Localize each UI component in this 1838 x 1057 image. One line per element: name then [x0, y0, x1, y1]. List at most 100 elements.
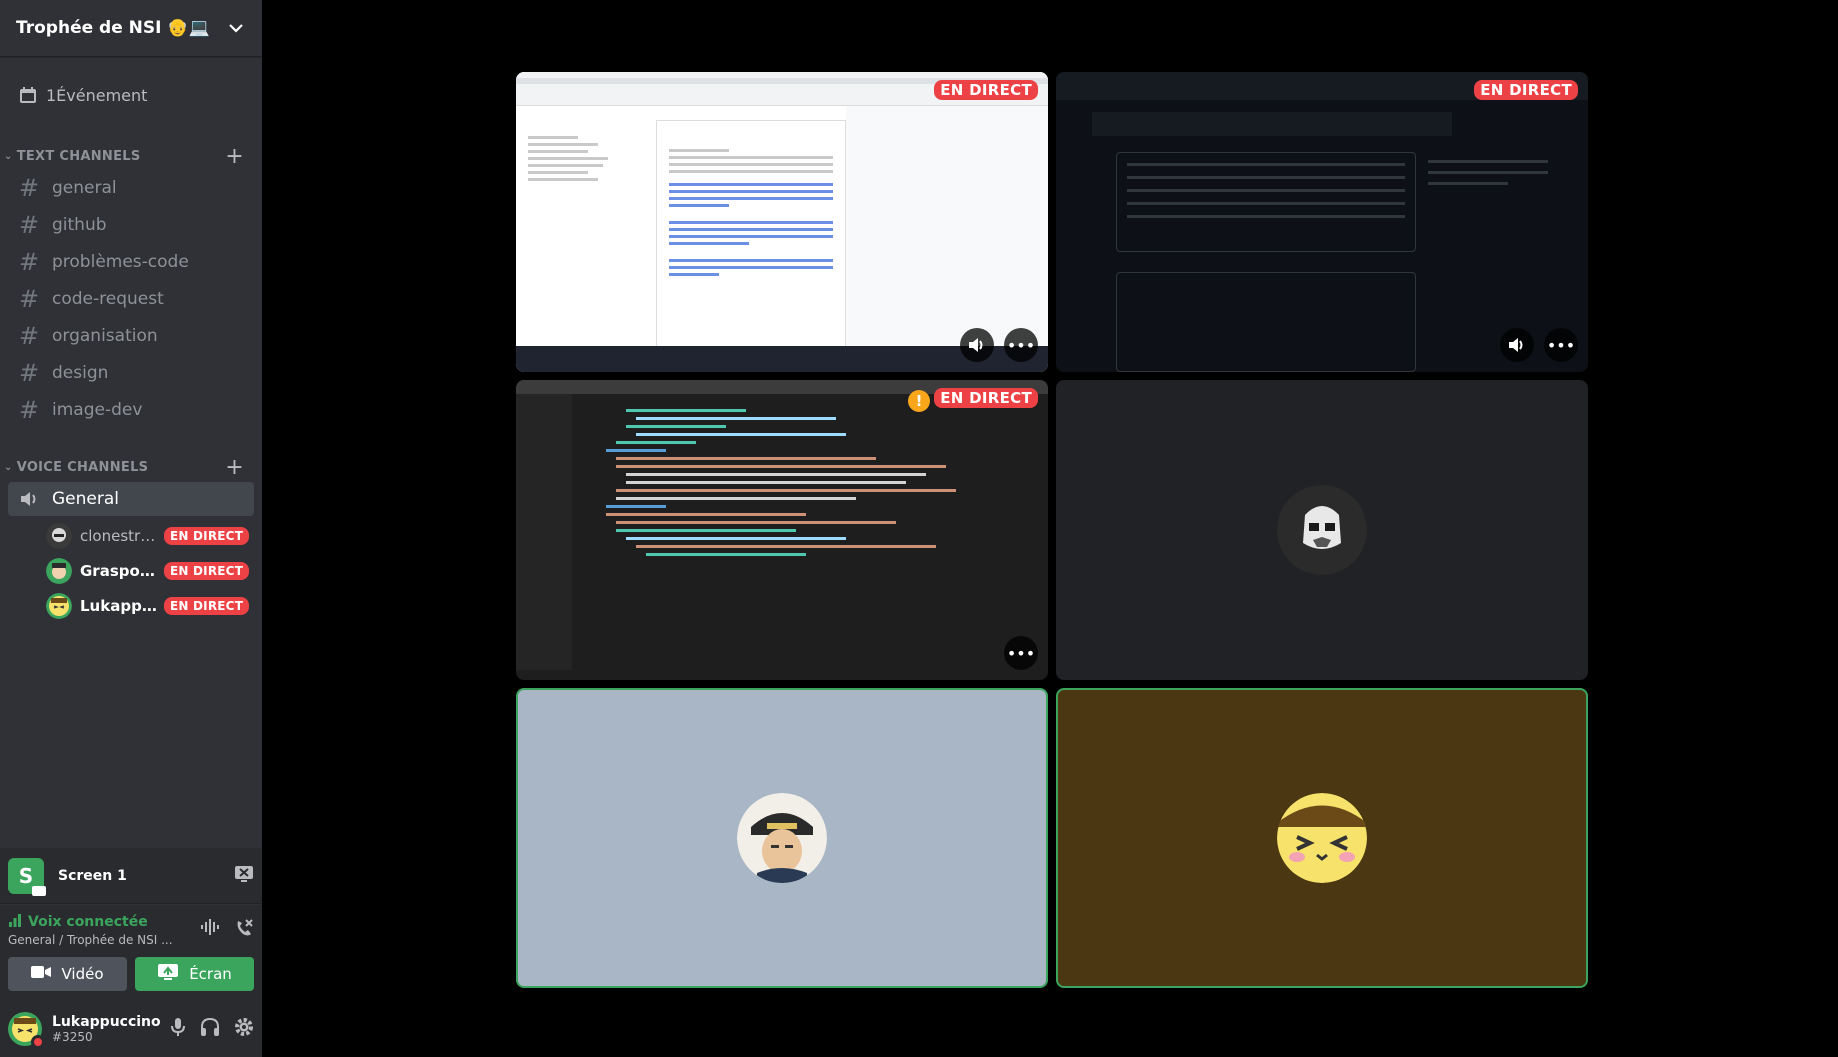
screen-button[interactable]: Écran	[135, 957, 254, 991]
screen-share-icon	[157, 963, 179, 985]
live-badge: EN DIRECT	[934, 80, 1038, 100]
repo-header	[1092, 112, 1452, 136]
voice-user[interactable]: Lukappuc... EN DIRECT	[46, 591, 254, 621]
voice-status-label: Voix connectée	[28, 914, 148, 930]
camera-icon	[31, 965, 52, 983]
doc-page	[656, 120, 846, 348]
channel-general[interactable]: # general	[8, 171, 254, 205]
channel-label: code-request	[52, 289, 164, 309]
volume-icon[interactable]	[960, 328, 994, 362]
screen-label: Écran	[189, 965, 232, 983]
video-button[interactable]: Vidéo	[8, 957, 127, 991]
avatar	[46, 593, 72, 619]
channel-problemes-code[interactable]: # problèmes-code	[8, 245, 254, 279]
screen-share-panel[interactable]: S Screen 1	[0, 848, 262, 904]
voice-channel-general[interactable]: General	[8, 482, 254, 516]
participant-tile[interactable]	[1056, 380, 1588, 680]
voice-location[interactable]: General / Trophée de NSI ...	[8, 933, 173, 947]
hash-icon: #	[18, 396, 40, 424]
status-dot	[31, 1035, 45, 1049]
avatar[interactable]	[8, 1012, 45, 1049]
category-label: VOICE CHANNELS	[16, 459, 149, 475]
hash-icon: #	[18, 322, 40, 350]
gear-icon[interactable]	[234, 1017, 254, 1041]
voice-user-name: Lukappuc...	[80, 597, 158, 615]
avatar	[1277, 793, 1367, 883]
voice-user-name: clonestrik...	[80, 527, 158, 545]
channel-sidebar: Trophée de NSI 👴💻 1Événement ⌄ TEXT CHANN…	[0, 0, 262, 1057]
add-channel-icon[interactable]: +	[225, 455, 244, 480]
discord-app: Trophée de NSI 👴💻 1Événement ⌄ TEXT CHANN…	[0, 0, 1838, 1057]
about-panel	[1428, 152, 1548, 352]
hash-icon: #	[18, 285, 40, 313]
screen-share-icon: S	[8, 857, 46, 896]
doc-margin	[846, 106, 1048, 346]
channel-list[interactable]: 1Événement ⌄ TEXT CHANNELS + # general # gi…	[0, 58, 262, 847]
screen-share-label: Screen 1	[58, 867, 127, 884]
server-header[interactable]: Trophée de NSI 👴💻	[0, 0, 262, 57]
channel-label: design	[52, 363, 109, 383]
chevron-down-icon[interactable]	[226, 18, 246, 38]
live-badge: EN DIRECT	[164, 562, 250, 580]
live-badge: EN DIRECT	[164, 597, 250, 615]
add-channel-icon[interactable]: +	[225, 144, 244, 169]
channel-label: general	[52, 178, 117, 198]
avatar	[737, 793, 827, 883]
hash-icon: #	[18, 211, 40, 239]
stream-tile-editor[interactable]: ! EN DIRECT •••	[516, 380, 1048, 680]
doc-outline	[516, 106, 646, 346]
microphone-icon[interactable]	[170, 1017, 186, 1041]
more-options-icon[interactable]: •••	[1004, 636, 1038, 670]
user-tag: #3250	[52, 1030, 93, 1044]
participant-tile-speaking[interactable]	[516, 688, 1048, 988]
live-badge: EN DIRECT	[164, 527, 250, 545]
live-badge: EN DIRECT	[1474, 80, 1578, 100]
channel-github[interactable]: # github	[8, 208, 254, 242]
channel-organisation[interactable]: # organisation	[8, 319, 254, 353]
stream-tile-docs[interactable]: EN DIRECT •••	[516, 72, 1048, 372]
screen-letter: S	[18, 863, 34, 888]
channel-label: organisation	[52, 326, 158, 346]
avatar	[46, 558, 72, 584]
voice-status[interactable]: Voix connectée	[8, 913, 173, 931]
voice-channel-label: General	[52, 489, 119, 509]
voice-user[interactable]: Graspou ... EN DIRECT	[46, 556, 254, 586]
more-options-icon[interactable]: •••	[1004, 328, 1038, 362]
volume-icon[interactable]	[1500, 328, 1534, 362]
participant-tile-speaking[interactable]	[1056, 688, 1588, 988]
hash-icon: #	[18, 359, 40, 387]
noise-suppression-icon[interactable]	[200, 918, 220, 942]
hash-icon: #	[18, 248, 40, 276]
more-options-icon[interactable]: •••	[1544, 328, 1578, 362]
voice-user[interactable]: clonestrik... EN DIRECT	[46, 521, 254, 551]
avatar	[46, 523, 72, 549]
voice-channels-category[interactable]: ⌄ VOICE CHANNELS +	[0, 455, 262, 480]
voice-connection-panel: Voix connectée General / Trophée de NSI …	[0, 905, 262, 1001]
warning-icon: !	[908, 390, 930, 412]
voice-user-name: Graspou ...	[80, 562, 158, 580]
user-info[interactable]: Lukappuccino #3250	[52, 1014, 170, 1044]
live-badge: EN DIRECT	[934, 388, 1038, 408]
channel-code-request[interactable]: # code-request	[8, 282, 254, 316]
category-label: TEXT CHANNELS	[16, 148, 141, 164]
stop-stream-icon[interactable]	[234, 865, 254, 887]
username: Lukappuccino	[52, 1014, 161, 1030]
events-item[interactable]: 1Événement	[0, 74, 262, 116]
code-area	[586, 404, 1008, 670]
caret-down-icon: ⌄	[4, 150, 13, 162]
server-name: Trophée de NSI 👴💻	[16, 18, 210, 38]
disconnect-icon[interactable]	[234, 918, 254, 942]
channel-image-dev[interactable]: # image-dev	[8, 393, 254, 427]
stream-tile-github[interactable]: EN DIRECT •••	[1056, 72, 1588, 372]
editor-file-tree	[516, 394, 572, 670]
video-label: Vidéo	[61, 965, 104, 983]
channel-label: problèmes-code	[52, 252, 189, 272]
text-channels-category[interactable]: ⌄ TEXT CHANNELS +	[0, 144, 262, 169]
channel-design[interactable]: # design	[8, 356, 254, 390]
events-label: 1Événement	[46, 85, 148, 105]
hash-icon: #	[18, 174, 40, 202]
video-grid: EN DIRECT ••• EN DIRECT ••• ! EN DIRECT …	[262, 0, 1838, 1057]
signal-icon	[8, 913, 22, 931]
headphones-icon[interactable]	[200, 1017, 220, 1041]
caret-down-icon: ⌄	[4, 461, 13, 473]
